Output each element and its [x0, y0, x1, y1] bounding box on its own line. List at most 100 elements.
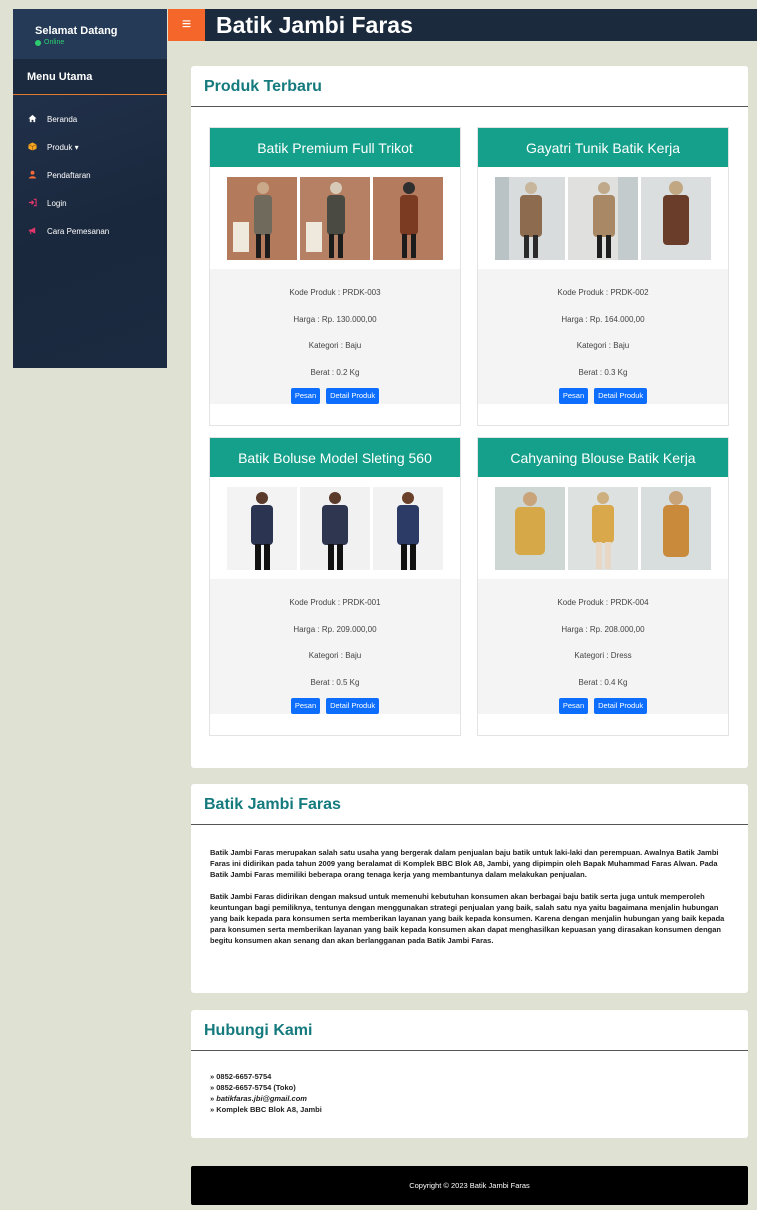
order-button[interactable]: Pesan — [290, 698, 321, 714]
sidebar-item-label: Pendaftaran — [47, 170, 91, 180]
menu-toggle-button[interactable]: ≡ — [168, 9, 205, 41]
sidebar-item-label: Cara Pemesanan — [47, 226, 110, 236]
product-photo — [227, 176, 297, 260]
user-icon — [27, 170, 37, 181]
site-title: Batik Jambi Faras — [216, 12, 413, 38]
about-paragraph: Batik Jambi Faras merupakan salah satu u… — [210, 848, 719, 879]
product-price: Harga : Rp. 208.000,00 — [561, 624, 645, 634]
product-name: Batik Premium Full Trikot — [210, 128, 460, 167]
sidebar-item-label: Produk ▾ — [47, 142, 79, 152]
login-icon — [27, 198, 37, 209]
product-card: Batik Boluse Model Sleting 560 Kode Prod… — [209, 437, 461, 736]
product-price: Harga : Rp. 130.000,00 — [293, 314, 377, 324]
product-photo — [300, 176, 370, 260]
product-actions: Pesan Detail Produk — [478, 698, 728, 714]
sidebar-item-label: Beranda — [47, 114, 78, 124]
product-photo — [227, 486, 297, 570]
product-photo — [373, 176, 443, 260]
product-code: Kode Produk : PRDK-001 — [289, 598, 381, 607]
hamburger-icon: ≡ — [181, 16, 192, 33]
about-paragraph: Batik Jambi Faras didirikan dengan maksu… — [210, 892, 725, 945]
menu-title: Menu Utama — [13, 59, 167, 95]
product-weight: Berat : 0.4 Kg — [578, 677, 628, 687]
product-photo — [568, 176, 638, 260]
product-price: Harga : Rp. 164.000,00 — [561, 314, 645, 324]
section-title: Produk Terbaru — [191, 66, 748, 107]
product-photo — [641, 176, 711, 260]
about-text: Batik Jambi Faras merupakan salah satu u… — [191, 825, 748, 946]
product-weight: Berat : 0.5 Kg — [310, 677, 360, 687]
product-card: Batik Premium Full Trikot Kode Produk : … — [209, 127, 461, 426]
address-line: » Komplek BBC Blok A8, Jambi — [210, 1105, 322, 1114]
product-category: Kategori : Baju — [308, 651, 362, 660]
detail-button[interactable]: Detail Produk — [594, 698, 648, 714]
order-button[interactable]: Pesan — [290, 388, 321, 404]
sidebar-item-produk[interactable]: Produk ▾ — [13, 133, 167, 161]
email-link[interactable]: batikfaras.jbi@gmail.com — [216, 1094, 307, 1103]
product-photo — [495, 486, 565, 570]
online-label: Online — [44, 39, 65, 46]
email-line: » batikfaras.jbi@gmail.com — [210, 1093, 748, 1104]
product-price: Harga : Rp. 209.000,00 — [293, 624, 377, 634]
sidebar-menu: Beranda Produk ▾ Pendaftaran Login Cara … — [13, 95, 167, 245]
product-weight: Berat : 0.3 Kg — [578, 367, 628, 377]
product-actions: Pesan Detail Produk — [210, 698, 460, 714]
product-photo — [373, 486, 443, 570]
sidebar-item-label: Login — [47, 198, 67, 208]
user-panel: Selamat Datang Online — [13, 9, 167, 59]
phone-line: » 0852-6657-5754 — [210, 1072, 272, 1081]
sidebar-item-beranda[interactable]: Beranda — [13, 105, 167, 133]
store-phone-line: » 0852-6657-5754 (Toko) — [210, 1083, 296, 1092]
product-name: Gayatri Tunik Batik Kerja — [478, 128, 728, 167]
product-card: Gayatri Tunik Batik Kerja Kode Produk : … — [477, 127, 729, 426]
product-images[interactable] — [478, 477, 728, 579]
contact-list: » 0852-6657-5754 » 0852-6657-5754 (Toko)… — [191, 1051, 748, 1115]
sidebar-item-login[interactable]: Login — [13, 189, 167, 217]
product-info: Kode Produk : PRDK-004 Harga : Rp. 208.0… — [478, 579, 728, 714]
product-info: Kode Produk : PRDK-001 Harga : Rp. 209.0… — [210, 579, 460, 714]
home-icon — [27, 114, 37, 125]
product-card: Cahyaning Blouse Batik Kerja Kode Produk… — [477, 437, 729, 736]
product-actions: Pesan Detail Produk — [478, 388, 728, 404]
product-photo — [495, 176, 565, 260]
product-photo — [641, 486, 711, 570]
sidebar-item-cara-pemesanan[interactable]: Cara Pemesanan — [13, 217, 167, 245]
product-category: Kategori : Dress — [574, 651, 632, 660]
product-info: Kode Produk : PRDK-003 Harga : Rp. 130.0… — [210, 269, 460, 404]
product-weight: Berat : 0.2 Kg — [310, 367, 360, 377]
product-code: Kode Produk : PRDK-003 — [289, 288, 381, 297]
product-photo — [568, 486, 638, 570]
detail-button[interactable]: Detail Produk — [326, 388, 380, 404]
copyright-text: Copyright © 2023 Batik Jambi Faras — [409, 1181, 530, 1190]
product-name: Batik Boluse Model Sleting 560 — [210, 438, 460, 477]
footer: Copyright © 2023 Batik Jambi Faras — [191, 1166, 748, 1205]
sidebar-item-pendaftaran[interactable]: Pendaftaran — [13, 161, 167, 189]
megaphone-icon — [27, 226, 37, 237]
product-images[interactable] — [210, 167, 460, 269]
order-button[interactable]: Pesan — [558, 388, 589, 404]
box-icon — [27, 141, 37, 153]
product-actions: Pesan Detail Produk — [210, 388, 460, 404]
sidebar: Selamat Datang Online Menu Utama Beranda… — [13, 9, 167, 368]
product-category: Kategori : Baju — [308, 341, 362, 350]
product-images[interactable] — [210, 477, 460, 579]
welcome-text: Selamat Datang — [35, 25, 118, 37]
latest-products-section: Produk Terbaru Batik Premium Full Trikot… — [191, 66, 748, 768]
product-category: Kategori : Baju — [576, 341, 630, 350]
detail-button[interactable]: Detail Produk — [326, 698, 380, 714]
contact-section: Hubungi Kami » 0852-6657-5754 » 0852-665… — [191, 1010, 748, 1138]
section-title: Batik Jambi Faras — [191, 784, 748, 825]
top-header: ≡ Batik Jambi Faras — [168, 9, 757, 41]
online-dot-icon — [35, 39, 41, 46]
product-code: Kode Produk : PRDK-004 — [557, 598, 649, 607]
product-name: Cahyaning Blouse Batik Kerja — [478, 438, 728, 477]
product-photo — [300, 486, 370, 570]
product-info: Kode Produk : PRDK-002 Harga : Rp. 164.0… — [478, 269, 728, 404]
detail-button[interactable]: Detail Produk — [594, 388, 648, 404]
order-button[interactable]: Pesan — [558, 698, 589, 714]
about-section: Batik Jambi Faras Batik Jambi Faras meru… — [191, 784, 748, 993]
product-images[interactable] — [478, 167, 728, 269]
product-code: Kode Produk : PRDK-002 — [557, 288, 649, 297]
section-title: Hubungi Kami — [191, 1010, 748, 1051]
online-status: Online — [35, 39, 167, 46]
